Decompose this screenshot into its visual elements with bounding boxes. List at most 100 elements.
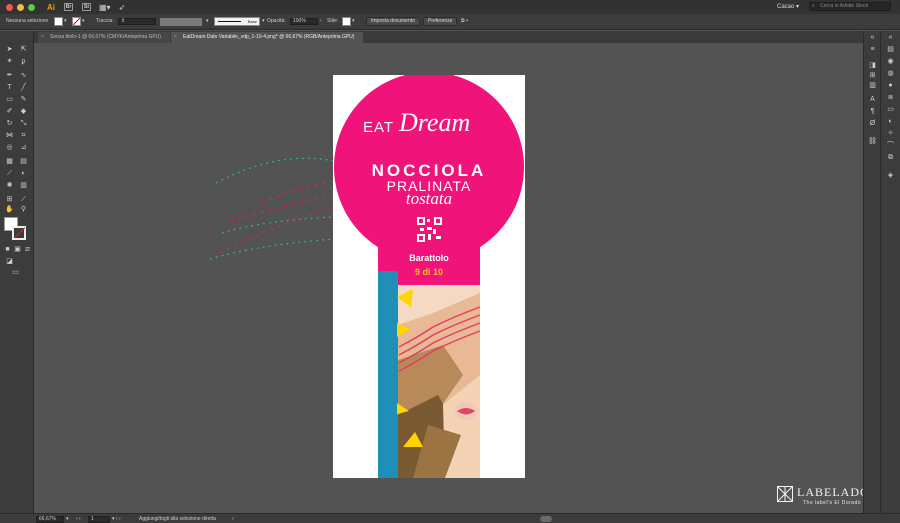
graphic-style-swatch[interactable]	[342, 17, 351, 26]
free-transform-tool-icon[interactable]: ⌗	[19, 131, 28, 140]
eraser-tool-icon[interactable]: ◆	[19, 107, 28, 116]
column-graph-tool-icon[interactable]: ▥	[19, 181, 28, 190]
horizontal-scrollbar[interactable]	[540, 516, 552, 522]
symbols-panel-icon[interactable]: ✧	[886, 129, 895, 138]
arrange-icon[interactable]: ⧉ ▾	[461, 18, 468, 24]
prev-artboard-button[interactable]: ‹ ‹	[76, 516, 81, 522]
arrange-documents-icon[interactable]: ▦▾	[99, 3, 111, 12]
fill-swatch[interactable]	[54, 17, 63, 26]
zoom-level-field[interactable]: 66,67%	[36, 516, 64, 523]
collapse-dock-icon[interactable]: «	[886, 33, 895, 42]
next-artboard-button[interactable]: ▾ › ›	[112, 516, 121, 522]
align-panel-icon[interactable]: ▥	[868, 81, 877, 90]
tab-untitled-1[interactable]: × Senza titolo-1 @ 66,67% (CMYK/Anteprim…	[38, 32, 170, 43]
pen-tool-icon[interactable]: ✒	[5, 71, 14, 80]
color-panel-icon[interactable]: ●	[886, 81, 895, 90]
document-setup-button[interactable]: Imposta documento	[366, 17, 420, 26]
line-tool-icon[interactable]: ╱	[19, 83, 28, 92]
transform-panel-icon[interactable]: ⊞	[868, 71, 877, 80]
perspective-grid-tool-icon[interactable]: ⊿	[19, 143, 28, 152]
brush-definition[interactable]: Base	[214, 17, 260, 26]
minimize-window-button[interactable]	[17, 3, 24, 11]
stock-search-input[interactable]: ⌕ Cerca in Adobe Stock	[809, 2, 891, 11]
bridge-button[interactable]: Br	[64, 3, 73, 11]
links-panel-icon[interactable]: ⛓	[868, 137, 877, 146]
properties-panel-icon[interactable]: ≡	[868, 45, 877, 54]
paintbrush-tool-icon[interactable]: ✎	[19, 95, 28, 104]
gpu-performance-icon[interactable]: ➶	[119, 3, 126, 12]
mesh-tool-icon[interactable]: ▦	[5, 157, 14, 166]
tab-eatdream[interactable]: × EatDream Dato Variabile_vdp_1-10-4.png…	[171, 32, 363, 43]
stroke-color-box[interactable]	[12, 226, 26, 240]
appearance-panel-icon[interactable]: ◉	[886, 57, 895, 66]
stroke-panel-icon[interactable]: ≣	[886, 93, 895, 102]
curvature-tool-icon[interactable]: ∿	[19, 71, 28, 80]
slice-tool-icon[interactable]: ⟋	[19, 195, 28, 204]
close-window-button[interactable]	[6, 3, 13, 11]
brushes-panel-icon[interactable]: ⌒	[886, 141, 895, 150]
hand-tool-icon[interactable]: ✋	[5, 205, 14, 214]
zoom-dropdown-icon[interactable]: ▾	[66, 516, 69, 522]
close-tab-icon[interactable]: ×	[174, 32, 177, 43]
variable-width-profile[interactable]	[160, 18, 202, 26]
preferences-button[interactable]: Preferenze	[423, 17, 458, 26]
selection-tool-icon[interactable]: ➤	[5, 45, 14, 54]
stroke-swatch[interactable]	[72, 17, 81, 26]
artboard-number-field[interactable]: 1	[88, 516, 110, 523]
paragraph-panel-icon[interactable]: ¶	[868, 107, 877, 116]
close-tab-icon[interactable]: ×	[41, 32, 44, 43]
artboard-tool-icon[interactable]: ⊞	[5, 195, 14, 204]
status-bar: 66,67% ▾ ‹ ‹ 1 ▾ › › Aggiungi/togli alla…	[0, 513, 900, 523]
selection-status: Nessuna selezione	[6, 18, 49, 24]
opacity-arrow-icon[interactable]: ›	[320, 18, 322, 24]
opacity-field[interactable]: 100%	[290, 18, 318, 25]
graphic-styles-panel-icon[interactable]: ◍	[886, 69, 895, 78]
gradient-mode-icon[interactable]: ▣	[13, 245, 22, 254]
panel-dock-right: « ▤ ◉ ◍ ● ≣ ▭ ◐ ✧ ⌒ ⧉ ◈	[880, 31, 900, 513]
rotate-tool-icon[interactable]: ↻	[5, 119, 14, 128]
opentype-panel-icon[interactable]: Ø	[868, 119, 877, 128]
eyedropper-tool-icon[interactable]: ⟋	[5, 169, 14, 178]
collapse-dock-icon[interactable]: «	[868, 33, 877, 42]
style-dropdown-icon[interactable]: ▾	[352, 18, 355, 24]
screen-mode-icon[interactable]: ▭	[11, 268, 20, 277]
stroke-dropdown-icon[interactable]: ▾	[82, 18, 85, 24]
fill-dropdown-icon[interactable]: ▾	[64, 18, 67, 24]
stock-button[interactable]: St	[82, 3, 91, 11]
profile-dropdown-icon[interactable]: ▾	[206, 18, 209, 24]
width-tool-icon[interactable]: ⋈	[5, 131, 14, 140]
stroke-weight-field[interactable]: ⇕	[118, 18, 156, 25]
jar-count: 9 di 10	[414, 267, 443, 277]
transparency-panel-icon[interactable]: ◐	[886, 117, 895, 126]
none-mode-icon[interactable]: ⧄	[23, 245, 32, 254]
direct-selection-tool-icon[interactable]: ⇱	[19, 45, 28, 54]
shape-builder-tool-icon[interactable]: ◎	[5, 143, 14, 152]
draw-mode-icon[interactable]: ◪	[5, 257, 14, 266]
blend-tool-icon[interactable]: ◐	[19, 169, 28, 178]
magic-wand-tool-icon[interactable]: ✶	[5, 57, 14, 66]
watermark-tagline: The label's El Dorado	[803, 500, 862, 506]
zoom-tool-icon[interactable]: ⚲	[19, 205, 28, 214]
brush-dropdown-icon[interactable]: ▾	[262, 18, 265, 24]
status-menu-icon[interactable]: ›	[232, 516, 234, 522]
layers-panel-icon[interactable]: ◈	[886, 171, 895, 180]
lasso-tool-icon[interactable]: ϼ	[19, 57, 28, 66]
symbol-sprayer-tool-icon[interactable]: ✺	[5, 181, 14, 190]
workspace-switcher[interactable]: Cacao ▾	[777, 3, 799, 10]
artboard[interactable]: EAT Dream NOCCIOLA PRALINATA tostata Bar…	[333, 75, 525, 478]
artboards-panel-icon[interactable]: ⧉	[886, 153, 895, 162]
rectangle-tool-icon[interactable]: ▭	[5, 95, 14, 104]
canvas-area[interactable]: EAT Dream NOCCIOLA PRALINATA tostata Bar…	[34, 43, 863, 513]
scale-tool-icon[interactable]: ⤡	[19, 119, 28, 128]
shaper-tool-icon[interactable]: ✐	[5, 107, 14, 116]
type-tool-icon[interactable]: T	[5, 83, 14, 92]
gradient-panel-icon[interactable]: ▭	[886, 105, 895, 114]
qr-code	[417, 217, 442, 242]
zoom-window-button[interactable]	[28, 3, 35, 11]
character-panel-icon[interactable]: A	[868, 95, 877, 104]
brand-dream-text: Dream	[399, 108, 471, 137]
gradient-tool-icon[interactable]: ▤	[19, 157, 28, 166]
color-mode-icon[interactable]: ■	[3, 245, 12, 254]
layers-swatches-icon[interactable]: ▤	[886, 45, 895, 54]
color-guide-panel-icon[interactable]: ◨	[868, 61, 877, 70]
